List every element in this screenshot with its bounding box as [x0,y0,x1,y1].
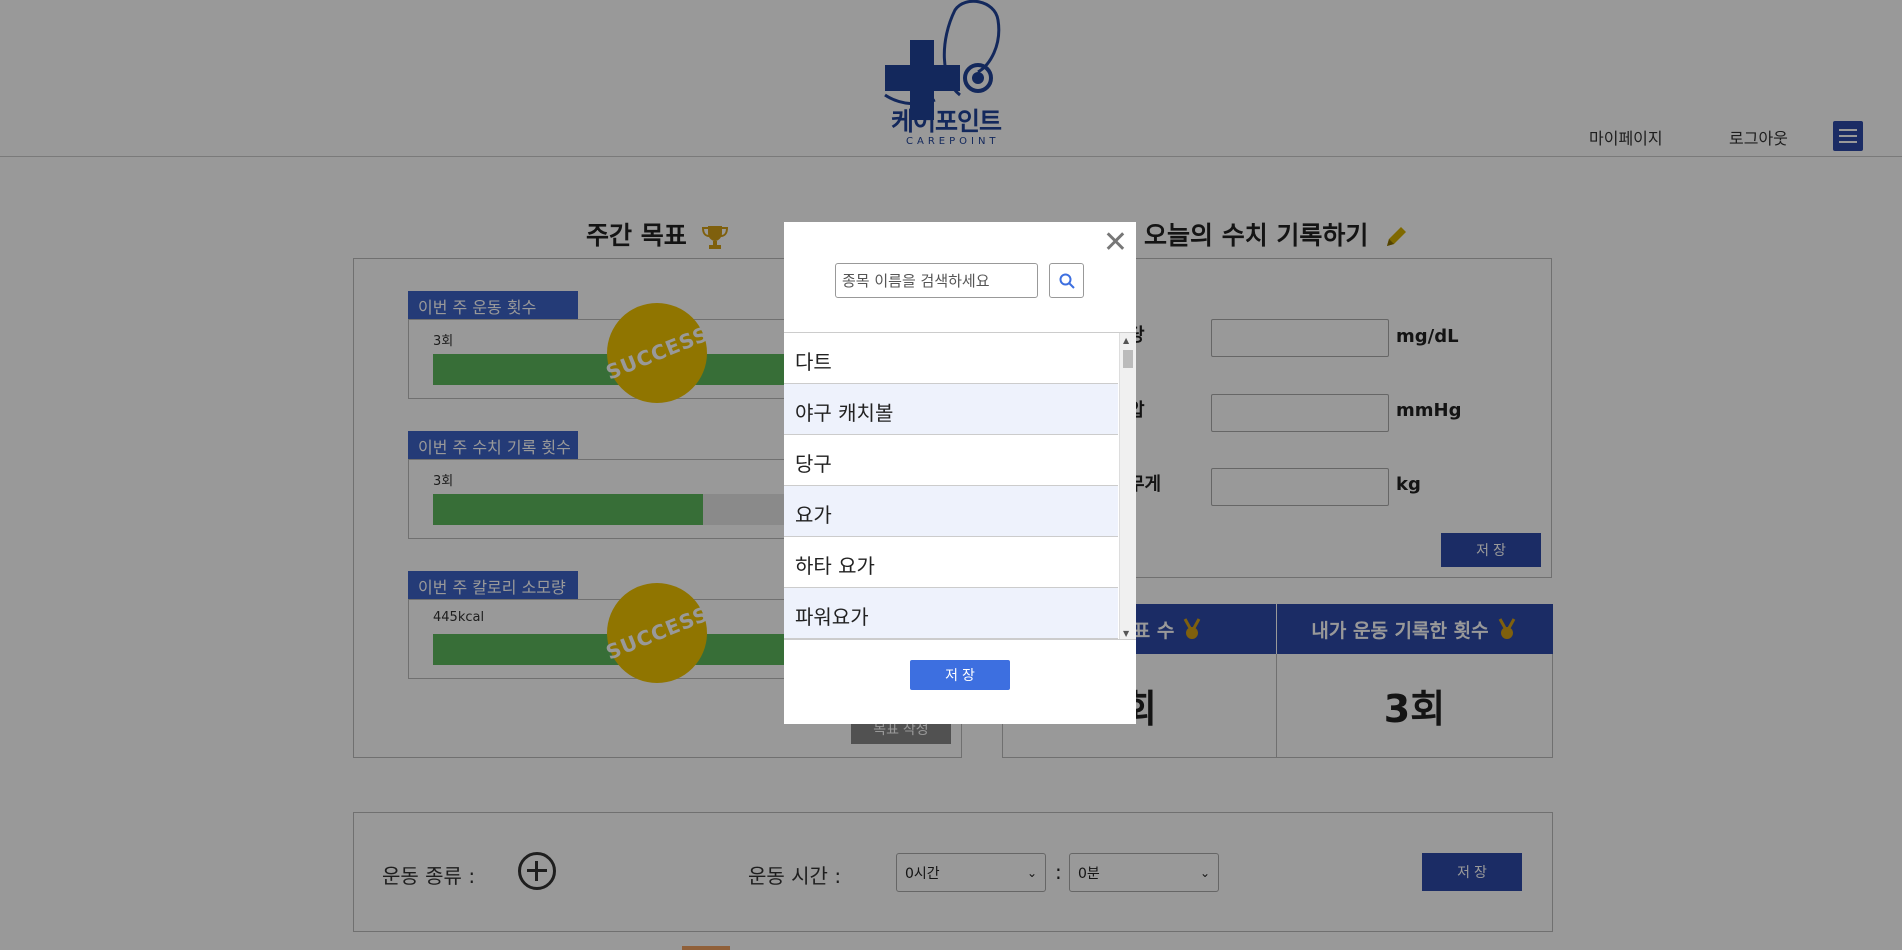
scroll-down-icon[interactable]: ▼ [1123,629,1129,638]
search-icon [1059,273,1075,289]
scroll-thumb[interactable] [1123,350,1133,368]
search-button[interactable] [1049,263,1084,298]
modal-save-button[interactable]: 저 장 [910,660,1010,690]
list-item[interactable]: 하타 요가 [784,537,1118,588]
list-item[interactable]: 요가 [784,486,1118,537]
scroll-up-icon[interactable]: ▲ [1123,336,1129,345]
exercise-list: 다트 야구 캐치볼 당구 요가 하타 요가 파워요가 ▲ ▼ [784,332,1136,640]
close-icon[interactable]: ✕ [1103,228,1128,258]
list-scrollbar[interactable]: ▲ ▼ [1119,333,1136,639]
exercise-search-input[interactable] [835,263,1038,298]
list-item[interactable]: 야구 캐치볼 [784,384,1118,435]
list-item[interactable]: 파워요가 [784,588,1118,639]
list-item[interactable]: 다트 [784,333,1118,384]
exercise-select-modal: ✕ 다트 야구 캐치볼 당구 요가 하타 요가 파워요가 ▲ ▼ 저 장 [784,222,1136,724]
list-item[interactable]: 당구 [784,435,1118,486]
